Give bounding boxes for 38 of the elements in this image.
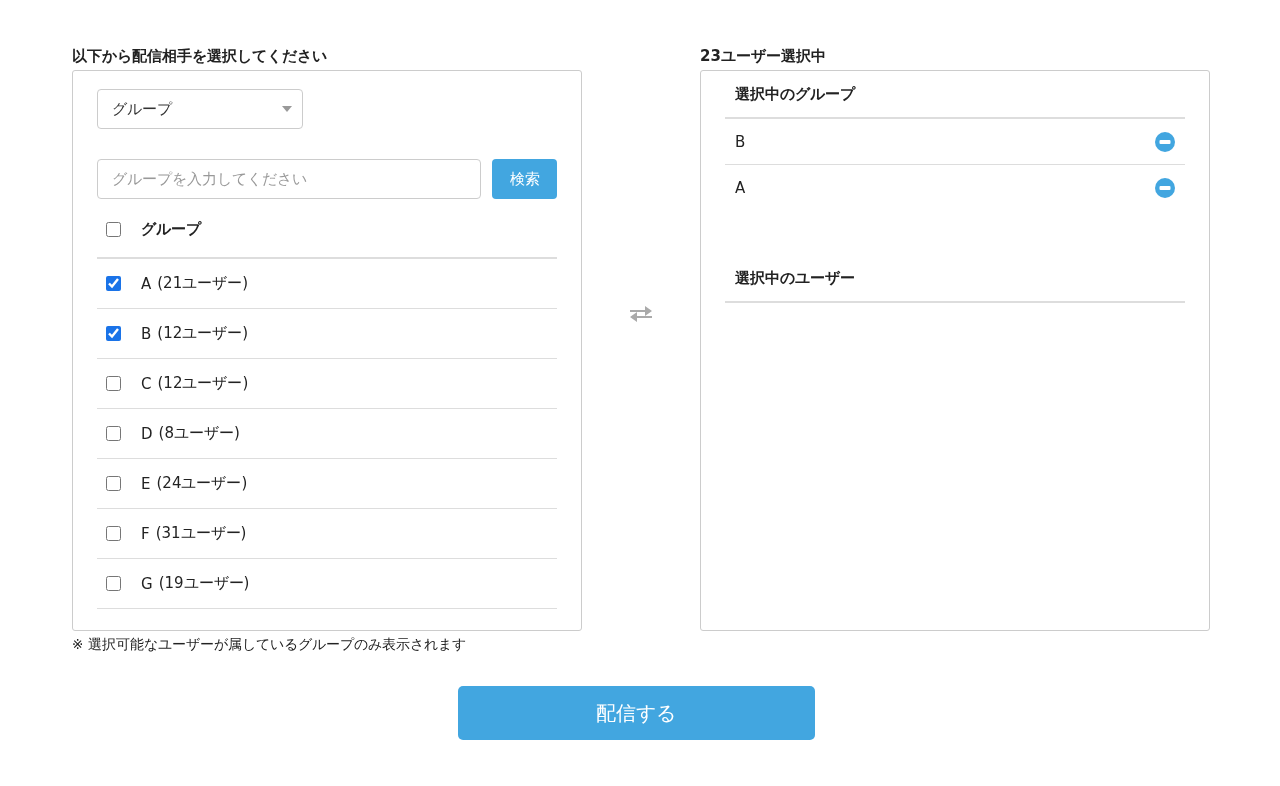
- user-count: (8ユーザー): [158, 424, 240, 443]
- user-count: (24ユーザー): [156, 474, 248, 493]
- user-count: (12ユーザー): [157, 324, 249, 343]
- search-field[interactable]: グループを入力してください: [97, 159, 481, 199]
- group-checkbox[interactable]: [106, 376, 121, 391]
- caret-icon: [282, 106, 292, 112]
- column-header: グループ: [141, 219, 201, 239]
- select-all-checkbox[interactable]: [106, 221, 121, 237]
- user-count: (21ユーザー): [157, 274, 249, 293]
- group-name: A: [141, 274, 152, 293]
- search-button[interactable]: 検索: [492, 159, 557, 199]
- type-select[interactable]: グループ: [97, 89, 303, 129]
- group-name: B: [141, 324, 152, 343]
- send-button[interactable]: 配信する: [457, 686, 815, 740]
- group-checkbox[interactable]: [106, 326, 121, 341]
- group-checkbox[interactable]: [106, 476, 121, 491]
- remove-icon[interactable]: [1155, 131, 1175, 152]
- swap-arrows-icon: [628, 304, 654, 322]
- selection-count-title: 23ユーザー選択中: [700, 46, 827, 67]
- user-count: (12ユーザー): [157, 374, 249, 393]
- group-name: E: [141, 474, 151, 493]
- group-name: F: [141, 524, 150, 543]
- group-name: G: [141, 574, 153, 593]
- footnote: ※ 選択可能なユーザーが属しているグループのみ表示されます: [72, 636, 467, 654]
- group-checkbox[interactable]: [106, 526, 121, 541]
- group-name: D: [141, 424, 153, 443]
- user-count: (19ユーザー): [158, 574, 250, 593]
- user-count: (31ユーザー): [155, 524, 247, 543]
- panel-title: 以下から配信相手を選択してください: [72, 46, 328, 67]
- selected-group-name: A: [735, 179, 746, 197]
- group-checkbox[interactable]: [106, 276, 121, 291]
- selected-group-name: B: [735, 132, 746, 151]
- section-heading: 選択中のユーザー: [735, 268, 855, 288]
- remove-icon[interactable]: [1155, 178, 1175, 198]
- group-name: C: [141, 374, 152, 393]
- section-heading: 選択中のグループ: [735, 84, 855, 104]
- group-checkbox[interactable]: [106, 426, 121, 441]
- group-checkbox[interactable]: [106, 576, 121, 591]
